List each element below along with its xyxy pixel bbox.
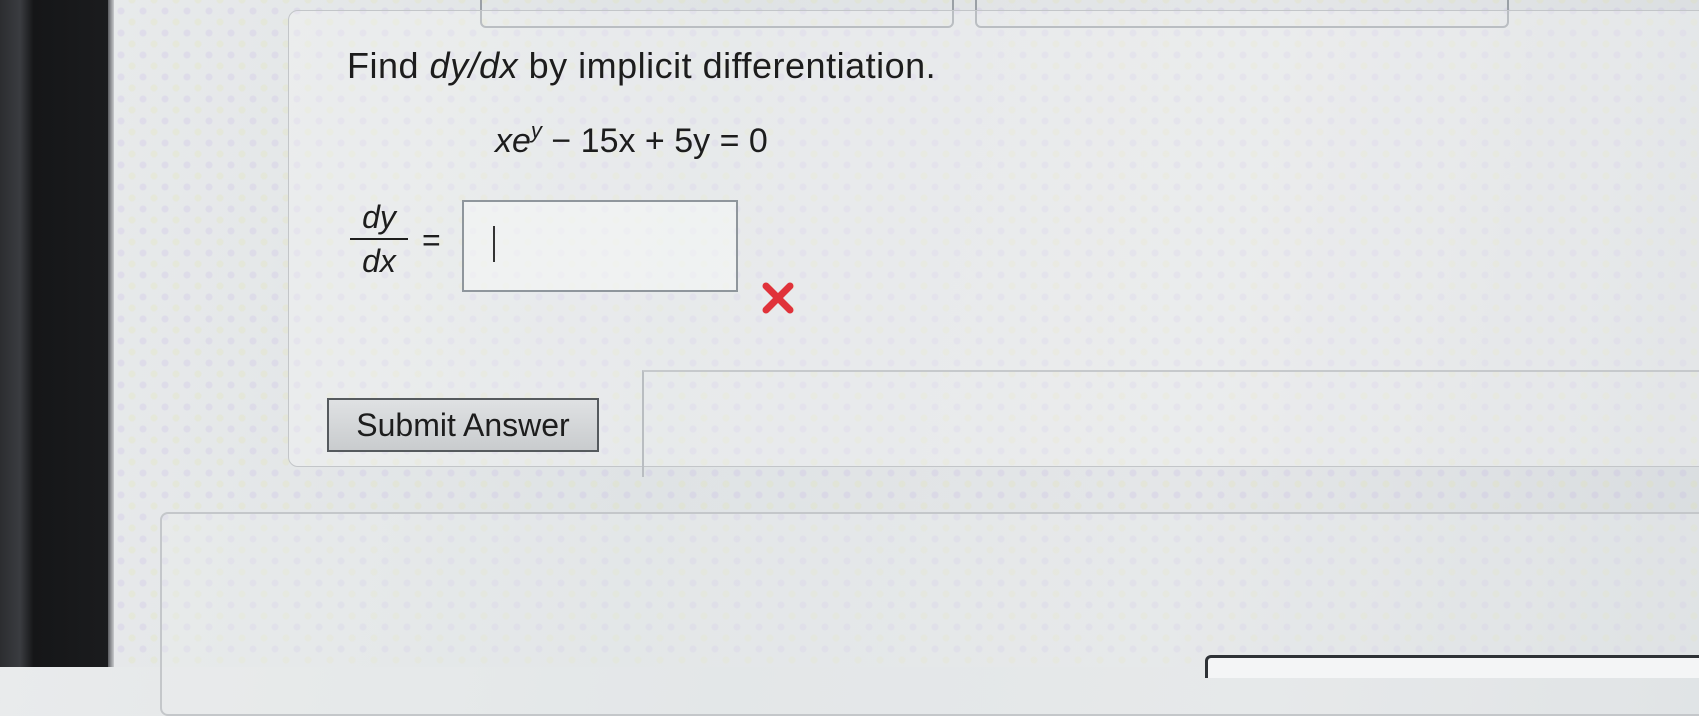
equation-base: xe: [495, 122, 531, 160]
lower-panel: [160, 512, 1699, 716]
feedback-area: [642, 370, 1699, 477]
question-prefix: Find: [347, 45, 420, 86]
bezel-edge: [108, 0, 114, 667]
monitor-bezel: [0, 0, 112, 667]
fraction-bar: [350, 238, 408, 240]
fraction-numerator: dy: [362, 199, 396, 235]
question-suffix: by implicit differentiation.: [528, 45, 937, 86]
submit-answer-button[interactable]: Submit Answer: [327, 398, 599, 452]
equation-exponent: y: [530, 118, 542, 143]
fraction-denominator: dx: [362, 243, 396, 279]
question-derivative: dy/dx: [429, 45, 519, 86]
answer-input[interactable]: [462, 200, 738, 292]
equation-rest: − 15x + 5y = 0: [541, 122, 768, 160]
equals-sign: =: [422, 222, 441, 258]
equation: xey − 15x + 5y = 0: [495, 118, 768, 161]
question-text: Find dy/dx by implicit differentiation.: [347, 45, 936, 87]
text-caret: [493, 226, 495, 262]
incorrect-x-icon: [762, 282, 794, 314]
derivative-fraction: dy dx: [350, 198, 408, 280]
